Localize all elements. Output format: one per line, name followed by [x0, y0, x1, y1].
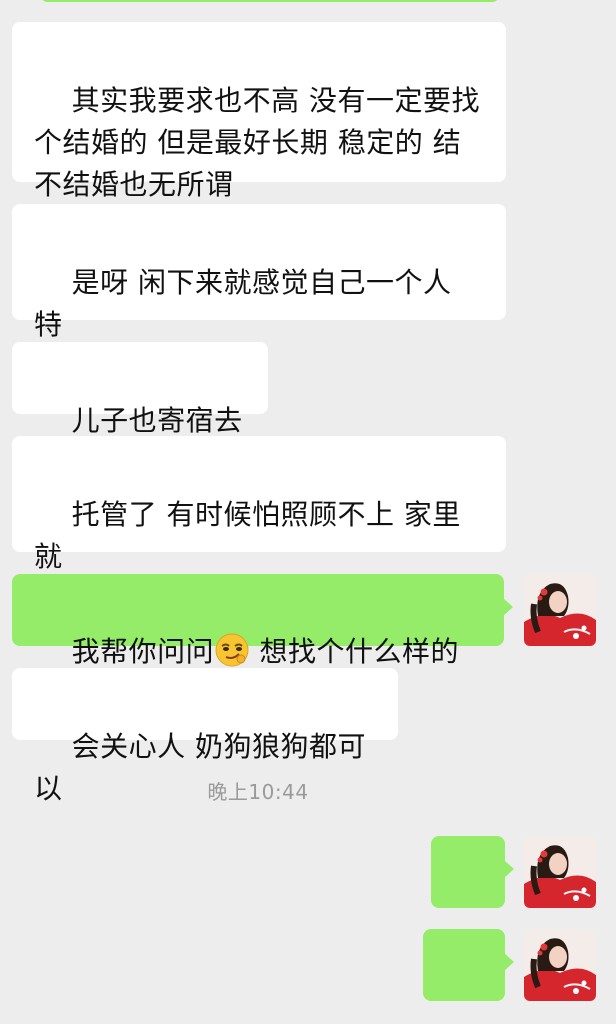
- avatar-image: [524, 574, 596, 646]
- message-text: 我帮你问问: [71, 635, 215, 668]
- previous-message-edge: [40, 0, 500, 2]
- avatar[interactable]: [524, 929, 596, 1001]
- avatar-image: [524, 836, 596, 908]
- avatar[interactable]: [524, 574, 596, 646]
- chat-window: 其实我要求也不高 没有一定要找 个结婚的 但是最好长期 稳定的 结 不结婚也无所…: [0, 0, 616, 1024]
- incoming-message[interactable]: 是呀 闲下来就感觉自己一个人 特 别明显: [12, 204, 506, 383]
- incoming-message[interactable]: 会关心人 奶狗狼狗都可以: [12, 668, 398, 805]
- avatar[interactable]: [524, 836, 596, 908]
- smirk-emoji-icon: [214, 632, 250, 668]
- outgoing-message[interactable]: [423, 929, 514, 1001]
- incoming-message[interactable]: 托管了 有时候怕照顾不上 家里就 夜晚只有我自己: [12, 436, 506, 615]
- incoming-message[interactable]: 儿子也寄宿去了: [12, 342, 268, 479]
- outgoing-message[interactable]: 我帮你问问 想找个什么样的呀: [12, 574, 513, 710]
- incoming-message[interactable]: 其实我要求也不高 没有一定要找 个结婚的 但是最好长期 稳定的 结 不结婚也无所…: [12, 22, 506, 201]
- avatar-image: [524, 929, 596, 1001]
- message-timestamp: 晚上10:44: [207, 780, 309, 804]
- message-text: 其实我要求也不高 没有一定要找 个结婚的 但是最好长期 稳定的 结 不结婚也无所…: [34, 84, 481, 201]
- outgoing-message[interactable]: 好: [431, 836, 514, 973]
